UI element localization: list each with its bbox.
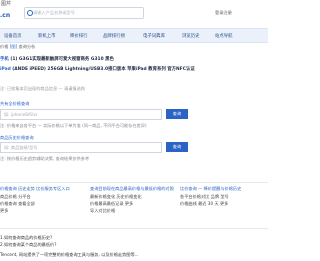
column-title[interactable]: 比价查询 — 降价提醒与价格历史 (180, 186, 241, 191)
section-title: 共有全价格查询 (0, 101, 30, 106)
column-line[interactable]: 价格曲线 最近 30 天 更多 (180, 201, 228, 206)
nav-item-sitemap[interactable]: 站点导航 (215, 33, 233, 39)
product-title[interactable]: (1) G3G1实现最新触屏可爱大视窗商务 G310 黑色 (10, 57, 114, 62)
column-line[interactable]: 更多 (0, 208, 8, 213)
history-query-placeholder: 如: 商品链接/型号 (4, 145, 38, 150)
product-row[interactable]: 手机 (1) G3G1实现最新触屏可爱大视窗商务 G310 黑色 (0, 56, 114, 62)
column-line[interactable]: 导入对比价格 (90, 208, 115, 213)
column-line[interactable]: 价格最高最低记录 更多 (90, 201, 133, 206)
hint-text: 注: 按价格历史趋势辅助决策, 查询结果仅供参考 (0, 156, 90, 161)
login-link[interactable]: 登录注册 (215, 10, 232, 15)
main-nav: 设备首页 新机上市 降价排行 品牌排行榜 电子词典库 浏览历史 站点导航 (0, 28, 268, 43)
faq-answer: Tencent, 网站提供了一项完整的价格查询工具与服务, 以及价格走势图等..… (0, 252, 139, 257)
image-icon: [图] (9, 44, 18, 49)
logo-text: 图芹 (1, 1, 12, 7)
nav-item-brand-rank[interactable]: 品牌排行榜 (103, 33, 125, 39)
history-query-input[interactable]: 如: 商品链接/型号 (0, 142, 162, 153)
faq-question[interactable]: 1.如何查询商品的价格历史? (0, 235, 52, 240)
hint-text: 注: 价格来自各平台 — 实际价格以下单为准 (同一商品, 不同平台可能存在差异… (0, 123, 147, 128)
price-query-input[interactable]: 如: iphone8/6/xr (0, 109, 162, 120)
product-title[interactable]: (ANDE iPEED) 256GB Lightning/USB3.0接口版本 … (12, 67, 195, 72)
column-title[interactable]: 价格查询 历史走势 比价服务专区入口 (0, 186, 70, 191)
product-category: iPad (0, 67, 11, 72)
breadcrumb: 价格 [图] 查询分析 (0, 44, 35, 49)
section-title: 商品历史价格查询 (0, 135, 34, 140)
column-line[interactable]: 价格查询 查看全部 (0, 201, 35, 206)
nav-item-dictionary[interactable]: 电子词典库 (143, 33, 165, 39)
search-placeholder: 请输入产品名称或型号 (33, 10, 75, 15)
nav-item-home[interactable]: 设备首页 (4, 33, 22, 39)
breadcrumb-text: 查询分析 (18, 44, 36, 49)
site-header: 图芹 .cn 请输入产品名称或型号 登录注册 (0, 0, 268, 26)
nav-item-new[interactable]: 新机上市 (38, 33, 56, 39)
column-title[interactable]: 查询目前现在商品最高价格与最低价格的对照 (90, 186, 174, 191)
column-line[interactable]: 商品价格 分平台 (0, 194, 31, 199)
nav-item-history[interactable]: 浏览历史 (182, 33, 200, 39)
price-query-button[interactable]: 查询 (166, 109, 188, 119)
divider (0, 182, 268, 183)
product-row[interactable]: iPad (ANDE iPEED) 256GB Lightning/USB3.0… (0, 66, 195, 72)
column-line[interactable]: 最新价格变化 历史价格变化 (90, 194, 142, 199)
divider (0, 228, 268, 229)
price-query-placeholder: 如: iphone8/6/xr (4, 112, 38, 117)
product-category: 手机 (0, 57, 9, 62)
breadcrumb-prefix[interactable]: 价格 (0, 44, 8, 49)
notice-text: 注: 已收集本页出现的商品信息 — 请谨慎选购 (0, 86, 85, 91)
column-line[interactable]: 各平台价格对比 品牌 型号 (180, 194, 229, 199)
history-query-button[interactable]: 查询 (166, 142, 188, 152)
logo-brand[interactable]: .cn (0, 12, 10, 19)
faq-question[interactable]: 2.如何查询某个商品的最低价? (0, 242, 56, 247)
nav-item-price-drop[interactable]: 降价排行 (70, 33, 88, 39)
